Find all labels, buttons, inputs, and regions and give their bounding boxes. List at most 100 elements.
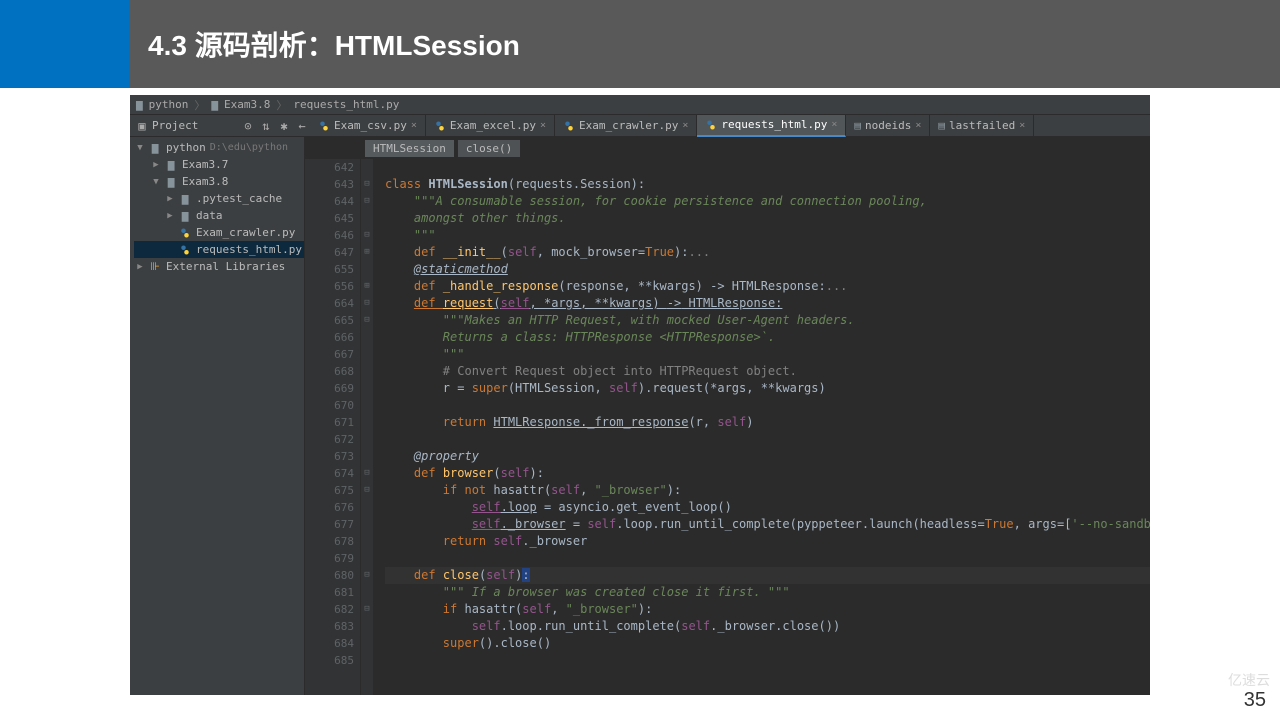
editor-tab[interactable]: ▤nodeids× <box>846 115 930 137</box>
slide-header: 4.3 源码剖析：HTMLSession <box>0 0 1280 88</box>
tree-item[interactable]: ▼▆Exam3.8 <box>134 173 304 190</box>
code-line[interactable]: Returns a class: HTTPResponse <HTTPRespo… <box>385 329 1150 346</box>
slide-number: 35 <box>1244 689 1266 712</box>
code-line[interactable] <box>385 397 1150 414</box>
tree-items: ▶▆Exam3.7▼▆Exam3.8▶▆.pytest_cache▶▆dataE… <box>134 156 304 258</box>
fold-marker-icon[interactable]: ⊟ <box>361 227 373 244</box>
close-icon[interactable]: × <box>1019 120 1025 131</box>
fold-marker-icon[interactable]: ⊟ <box>361 193 373 210</box>
project-sidebar[interactable]: ▼ ▆ python D:\edu\python ▶▆Exam3.7▼▆Exam… <box>130 137 305 695</box>
code-line[interactable]: def _handle_response(response, **kwargs)… <box>385 278 1150 295</box>
folder-icon: ▆ <box>178 209 192 222</box>
toolbar: ▣ Project ⊙ ⇅ ✱ ← Exam_csv.py×Exam_excel… <box>130 115 1150 137</box>
project-tree: ▼ ▆ python D:\edu\python ▶▆Exam3.7▼▆Exam… <box>130 137 304 277</box>
code-line[interactable]: self._browser = self.loop.run_until_comp… <box>385 516 1150 533</box>
code-line[interactable]: class HTMLSession(requests.Session): <box>385 176 1150 193</box>
project-label: Project <box>152 119 198 132</box>
tree-item[interactable]: ▶▆Exam3.7 <box>134 156 304 173</box>
tab-label: lastfailed <box>949 119 1015 132</box>
folder-icon: ▆ <box>148 141 162 154</box>
tree-root[interactable]: ▼ ▆ python D:\edu\python <box>134 139 304 156</box>
close-icon[interactable]: × <box>411 120 417 131</box>
minimize-icon[interactable]: ← <box>294 118 310 134</box>
folder-icon: ▆ <box>178 192 192 205</box>
code-line[interactable]: self.loop = asyncio.get_event_loop() <box>385 499 1150 516</box>
fold-column[interactable]: ⊟⊟⊟⊞⊞⊟⊟⊟⊟⊟⊟ <box>361 159 373 695</box>
code-line[interactable]: if hasattr(self, "_browser"): <box>385 601 1150 618</box>
fold-marker-icon[interactable]: ⊟ <box>361 312 373 329</box>
code-line[interactable]: r = super(HTMLSession, self).request(*ar… <box>385 380 1150 397</box>
tree-item-label: Exam3.8 <box>182 175 228 188</box>
fold-marker-icon[interactable]: ⊞ <box>361 278 373 295</box>
code-line[interactable]: """ <box>385 346 1150 363</box>
code-line[interactable] <box>385 159 1150 176</box>
path-seg-2[interactable]: Exam3.8 <box>224 98 270 111</box>
editor-tab[interactable]: Exam_csv.py× <box>310 115 426 137</box>
code-area[interactable]: 6426436446456466476556566646656666676686… <box>305 159 1150 695</box>
tree-item[interactable]: requests_html.py <box>134 241 304 258</box>
path-bar: ▆ python 〉 ▆ Exam3.8 〉 requests_html.py <box>130 95 1150 115</box>
path-sep-icon: 〉 <box>194 97 205 113</box>
code-content[interactable]: class HTMLSession(requests.Session): """… <box>373 159 1150 695</box>
code-line[interactable]: super().close() <box>385 635 1150 652</box>
code-line[interactable]: """Makes an HTTP Request, with mocked Us… <box>385 312 1150 329</box>
code-line[interactable]: if not hasattr(self, "_browser"): <box>385 482 1150 499</box>
code-line[interactable]: self.loop.run_until_complete(self._brows… <box>385 618 1150 635</box>
close-icon[interactable]: × <box>915 120 921 131</box>
library-icon: ⊪ <box>148 260 162 273</box>
settings-icon[interactable]: ⇅ <box>258 118 274 134</box>
code-line[interactable]: def __init__(self, mock_browser=True):..… <box>385 244 1150 261</box>
code-editor: HTMLSession close() 64264364464564664765… <box>305 137 1150 695</box>
tree-item-label: requests_html.py <box>196 243 302 256</box>
code-line[interactable]: """ If a browser was created close it fi… <box>385 584 1150 601</box>
python-file-icon <box>178 244 192 256</box>
code-line[interactable]: # Convert Request object into HTTPReques… <box>385 363 1150 380</box>
editor-tab[interactable]: Exam_crawler.py× <box>555 115 697 137</box>
code-line[interactable] <box>385 431 1150 448</box>
tree-item[interactable]: Exam_crawler.py <box>134 224 304 241</box>
path-sep-icon: 〉 <box>276 97 287 113</box>
fold-marker-icon[interactable]: ⊟ <box>361 482 373 499</box>
project-icon[interactable]: ▣ <box>134 118 150 134</box>
code-line[interactable] <box>385 652 1150 669</box>
gear-icon[interactable]: ✱ <box>276 118 292 134</box>
collapse-all-icon[interactable]: ⊙ <box>240 118 256 134</box>
fold-marker-icon[interactable]: ⊟ <box>361 567 373 584</box>
tree-item-label: Exam_crawler.py <box>196 226 295 239</box>
code-line[interactable]: @staticmethod <box>385 261 1150 278</box>
code-line[interactable] <box>385 550 1150 567</box>
code-line[interactable]: return self._browser <box>385 533 1150 550</box>
editor-tab[interactable]: requests_html.py × <box>697 115 846 137</box>
code-line[interactable]: amongst other things. <box>385 210 1150 227</box>
path-seg-1[interactable]: python <box>149 98 189 111</box>
fold-marker-icon[interactable]: ⊟ <box>361 295 373 312</box>
tree-item[interactable]: ▶▆.pytest_cache <box>134 190 304 207</box>
editor-tab[interactable]: Exam_excel.py × <box>426 115 555 137</box>
crumb-class[interactable]: HTMLSession <box>365 140 454 157</box>
tree-item[interactable]: ▶▆data <box>134 207 304 224</box>
editor-tab[interactable]: ▤lastfailed× <box>930 115 1034 137</box>
fold-marker-icon[interactable]: ⊟ <box>361 465 373 482</box>
path-seg-3[interactable]: requests_html.py <box>293 98 399 111</box>
fold-marker-icon[interactable]: ⊟ <box>361 176 373 193</box>
crumb-method[interactable]: close() <box>458 140 520 157</box>
folder-icon: ▆ <box>211 98 218 111</box>
fold-marker-icon[interactable]: ⊟ <box>361 601 373 618</box>
code-line[interactable]: def browser(self): <box>385 465 1150 482</box>
code-line[interactable]: return HTMLResponse._from_response(r, se… <box>385 414 1150 431</box>
close-icon[interactable]: × <box>540 120 546 131</box>
tab-label: Exam_excel.py <box>450 119 536 132</box>
fold-marker-icon[interactable]: ⊞ <box>361 244 373 261</box>
python-file-icon <box>178 227 192 239</box>
code-line[interactable]: """ <box>385 227 1150 244</box>
tree-libs[interactable]: ▶ ⊪ External Libraries <box>134 258 304 275</box>
code-line[interactable]: def request(self, *args, **kwargs) -> HT… <box>385 295 1150 312</box>
tree-item-label: .pytest_cache <box>196 192 282 205</box>
code-line[interactable]: """A consumable session, for cookie pers… <box>385 193 1150 210</box>
code-line[interactable]: def close(self): <box>385 567 1150 584</box>
close-icon[interactable]: × <box>831 119 837 130</box>
code-line[interactable]: @property <box>385 448 1150 465</box>
tab-label: requests_html.py <box>721 118 827 131</box>
close-icon[interactable]: × <box>682 120 688 131</box>
line-gutter[interactable]: 6426436446456466476556566646656666676686… <box>305 159 361 695</box>
